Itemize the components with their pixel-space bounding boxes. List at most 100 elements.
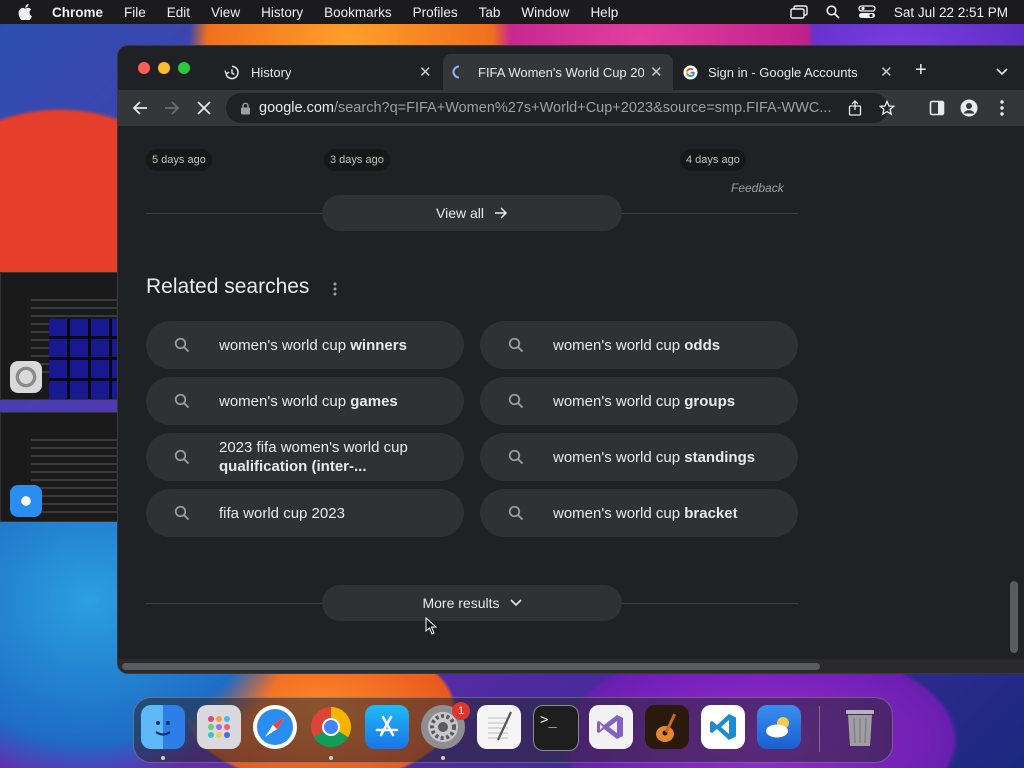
screen-mirroring-icon[interactable] — [790, 5, 808, 19]
search-icon — [508, 393, 524, 409]
notification-badge: 1 — [452, 702, 470, 720]
feedback-link[interactable]: Feedback — [731, 181, 784, 195]
minimize-window-button[interactable] — [158, 62, 170, 74]
terminal-icon[interactable]: >_ — [533, 705, 579, 751]
close-tab-icon[interactable]: ✕ — [419, 63, 432, 81]
new-tab-button[interactable]: + — [915, 60, 927, 80]
address-bar[interactable]: google.com/search?q=FIFA+Women%27s+World… — [226, 93, 895, 123]
more-options-icon[interactable] — [333, 282, 337, 296]
tab-fifa-search[interactable]: FIFA Women's World Cup 2023 ✕ — [443, 54, 673, 90]
horizontal-scrollbar[interactable] — [118, 659, 1024, 673]
related-searches-heading: Related searches — [146, 275, 310, 298]
search-icon — [174, 449, 190, 465]
more-options-icon[interactable] — [1000, 100, 1004, 116]
chrome-icon[interactable] — [309, 705, 353, 749]
menubar-clock[interactable]: Sat Jul 22 2:51 PM — [894, 5, 1008, 20]
safari-window-thumbnail[interactable] — [0, 412, 120, 522]
search-icon — [174, 337, 190, 353]
tab-strip: History ✕ FIFA Women's World Cup 2023 ✕ … — [118, 46, 1024, 90]
side-panel-icon[interactable] — [929, 100, 945, 116]
dock-separator — [819, 706, 820, 752]
menu-window[interactable]: Window — [521, 5, 569, 20]
safari-icon[interactable] — [253, 705, 297, 749]
stop-loading-icon[interactable] — [197, 101, 211, 115]
related-search-item[interactable]: fifa world cup 2023 — [146, 489, 464, 537]
weather-icon[interactable] — [757, 705, 801, 749]
history-icon — [224, 65, 239, 79]
running-indicator — [329, 756, 333, 760]
textedit-icon[interactable] — [477, 705, 521, 749]
trash-icon[interactable] — [838, 705, 882, 749]
chevron-down-icon — [509, 599, 522, 607]
tab-google-sign-in[interactable]: Sign in - Google Accounts ✕ — [676, 54, 898, 90]
view-all-button[interactable]: View all — [322, 195, 622, 231]
menu-view[interactable]: View — [211, 5, 240, 20]
related-search-item[interactable]: 2023 fifa women's world cup qualificatio… — [146, 433, 464, 481]
control-center-icon[interactable] — [858, 5, 876, 19]
menu-chrome[interactable]: Chrome — [52, 5, 103, 20]
window-controls — [138, 62, 190, 74]
menu-file[interactable]: File — [124, 5, 146, 20]
apple-icon[interactable] — [18, 4, 32, 20]
lock-icon[interactable] — [240, 102, 251, 115]
related-search-item[interactable]: women's world cup standings — [480, 433, 798, 481]
forward-arrow-icon[interactable] — [164, 100, 180, 116]
app-store-icon[interactable] — [365, 705, 409, 749]
loading-spinner-icon — [452, 65, 460, 79]
close-window-button[interactable] — [138, 62, 150, 74]
thumbnail-settings-rows — [31, 433, 117, 513]
menu-help[interactable]: Help — [590, 5, 618, 20]
news-timestamp: 3 days ago — [324, 149, 390, 171]
url-path: /search?q=FIFA+Women%27s+World+Cup+2023&… — [333, 100, 832, 116]
running-indicator — [161, 756, 165, 760]
view-all-label: View all — [436, 205, 484, 221]
system-settings-window-thumbnail[interactable] — [0, 272, 120, 400]
profile-avatar-icon[interactable] — [960, 99, 978, 117]
tab-history[interactable]: History ✕ — [216, 54, 438, 90]
related-search-text: 2023 fifa women's world cup qualificatio… — [219, 439, 408, 475]
menu-profiles[interactable]: Profiles — [413, 5, 458, 20]
related-search-text: women's world cup winners — [219, 336, 407, 354]
related-search-item[interactable]: women's world cup games — [146, 377, 464, 425]
arrow-right-icon — [495, 207, 508, 219]
finder-icon[interactable] — [141, 705, 185, 749]
search-icon — [508, 505, 524, 521]
scrollbar-thumb[interactable] — [122, 663, 820, 670]
news-timestamp: 5 days ago — [146, 149, 212, 171]
back-arrow-icon[interactable] — [132, 100, 148, 116]
url-host: google.com — [259, 100, 334, 116]
bookmark-star-icon[interactable] — [879, 100, 895, 116]
browser-toolbar: google.com/search?q=FIFA+Women%27s+World… — [118, 90, 1024, 126]
menu-history[interactable]: History — [261, 5, 303, 20]
menu-bookmarks[interactable]: Bookmarks — [324, 5, 392, 20]
search-results-page: 5 days ago 3 days ago 4 days ago Feedbac… — [118, 126, 1024, 673]
menu-bar: Chrome File Edit View History Bookmarks … — [0, 0, 1024, 24]
related-search-text: women's world cup games — [219, 392, 398, 410]
close-tab-icon[interactable]: ✕ — [880, 63, 893, 81]
tab-search-chevron-icon[interactable] — [996, 68, 1008, 76]
related-search-text: fifa world cup 2023 — [219, 504, 345, 522]
running-indicator — [441, 756, 445, 760]
wallpaper-grid-thumbnail — [49, 319, 119, 399]
visual-studio-icon[interactable] — [589, 705, 633, 749]
launchpad-icon[interactable] — [197, 705, 241, 749]
related-search-item[interactable]: women's world cup groups — [480, 377, 798, 425]
more-results-button[interactable]: More results — [322, 585, 622, 621]
zoom-window-button[interactable] — [178, 62, 190, 74]
related-search-item[interactable]: women's world cup winners — [146, 321, 464, 369]
search-icon — [174, 393, 190, 409]
related-search-text: women's world cup standings — [553, 448, 756, 466]
tab-title: History — [251, 64, 292, 80]
tab-title: FIFA Women's World Cup 2023 — [478, 64, 644, 80]
close-tab-icon[interactable]: ✕ — [650, 63, 663, 81]
vscode-icon[interactable] — [701, 705, 745, 749]
menu-edit[interactable]: Edit — [167, 5, 190, 20]
menu-tab[interactable]: Tab — [479, 5, 501, 20]
related-search-item[interactable]: women's world cup odds — [480, 321, 798, 369]
related-search-item[interactable]: women's world cup bracket — [480, 489, 798, 537]
search-icon — [174, 505, 190, 521]
share-icon[interactable] — [848, 100, 862, 116]
garageband-icon[interactable] — [645, 705, 689, 749]
vertical-scrollbar[interactable] — [1010, 581, 1018, 653]
spotlight-search-icon[interactable] — [826, 5, 840, 19]
